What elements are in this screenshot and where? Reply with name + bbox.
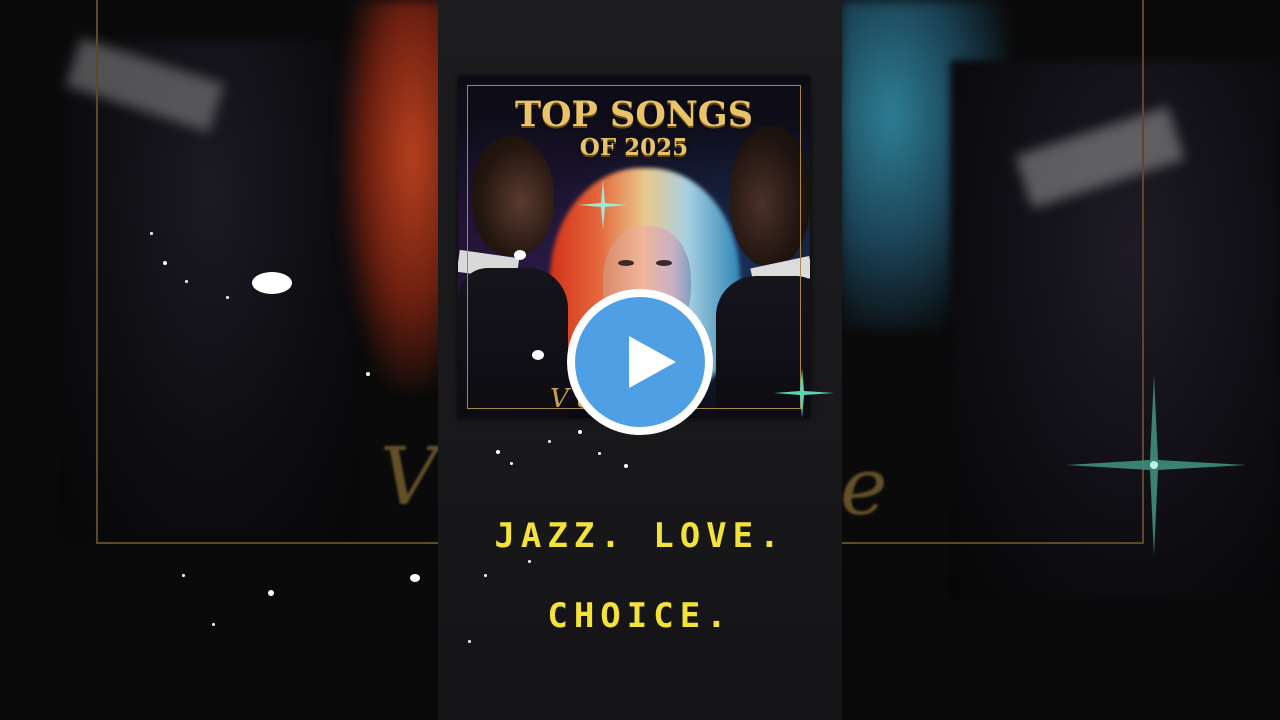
dust-particle <box>532 350 544 360</box>
blurred-background-right: e <box>840 0 1280 720</box>
dust-particle <box>528 560 531 563</box>
dust-particle <box>226 296 229 299</box>
dust-particle <box>514 250 526 260</box>
background-signature-text: V <box>380 430 438 523</box>
tagline-line-1: JAZZ. LOVE. <box>494 516 786 556</box>
tagline-line-2: CHOICE. <box>547 596 733 636</box>
dust-particle <box>624 464 628 468</box>
dust-particle <box>578 430 582 434</box>
dust-particle <box>163 261 167 265</box>
dust-particle <box>150 232 153 235</box>
play-button-circle[interactable] <box>575 297 705 427</box>
dust-particle <box>468 640 471 643</box>
sparkle-star-icon <box>1066 375 1246 555</box>
play-icon[interactable] <box>629 336 676 388</box>
dust-particle <box>185 280 188 283</box>
play-button[interactable] <box>567 289 713 435</box>
sparkle-icon <box>774 368 834 418</box>
blurred-background-left: V <box>0 0 440 720</box>
cover-title: TOP SONGS <box>515 94 753 135</box>
cover-subtitle: OF 2025 <box>579 134 689 161</box>
background-signature-text: e <box>840 440 888 533</box>
dust-particle <box>496 450 500 454</box>
dust-particle <box>484 574 487 577</box>
dust-particle <box>268 590 274 596</box>
dust-particle <box>410 574 420 582</box>
dust-particle <box>548 440 551 443</box>
dust-particle <box>182 574 185 577</box>
dust-particle <box>366 372 370 376</box>
dust-particle <box>510 462 513 465</box>
dust-particle <box>212 623 215 626</box>
dust-particle <box>598 452 601 455</box>
dust-particle <box>252 272 292 294</box>
